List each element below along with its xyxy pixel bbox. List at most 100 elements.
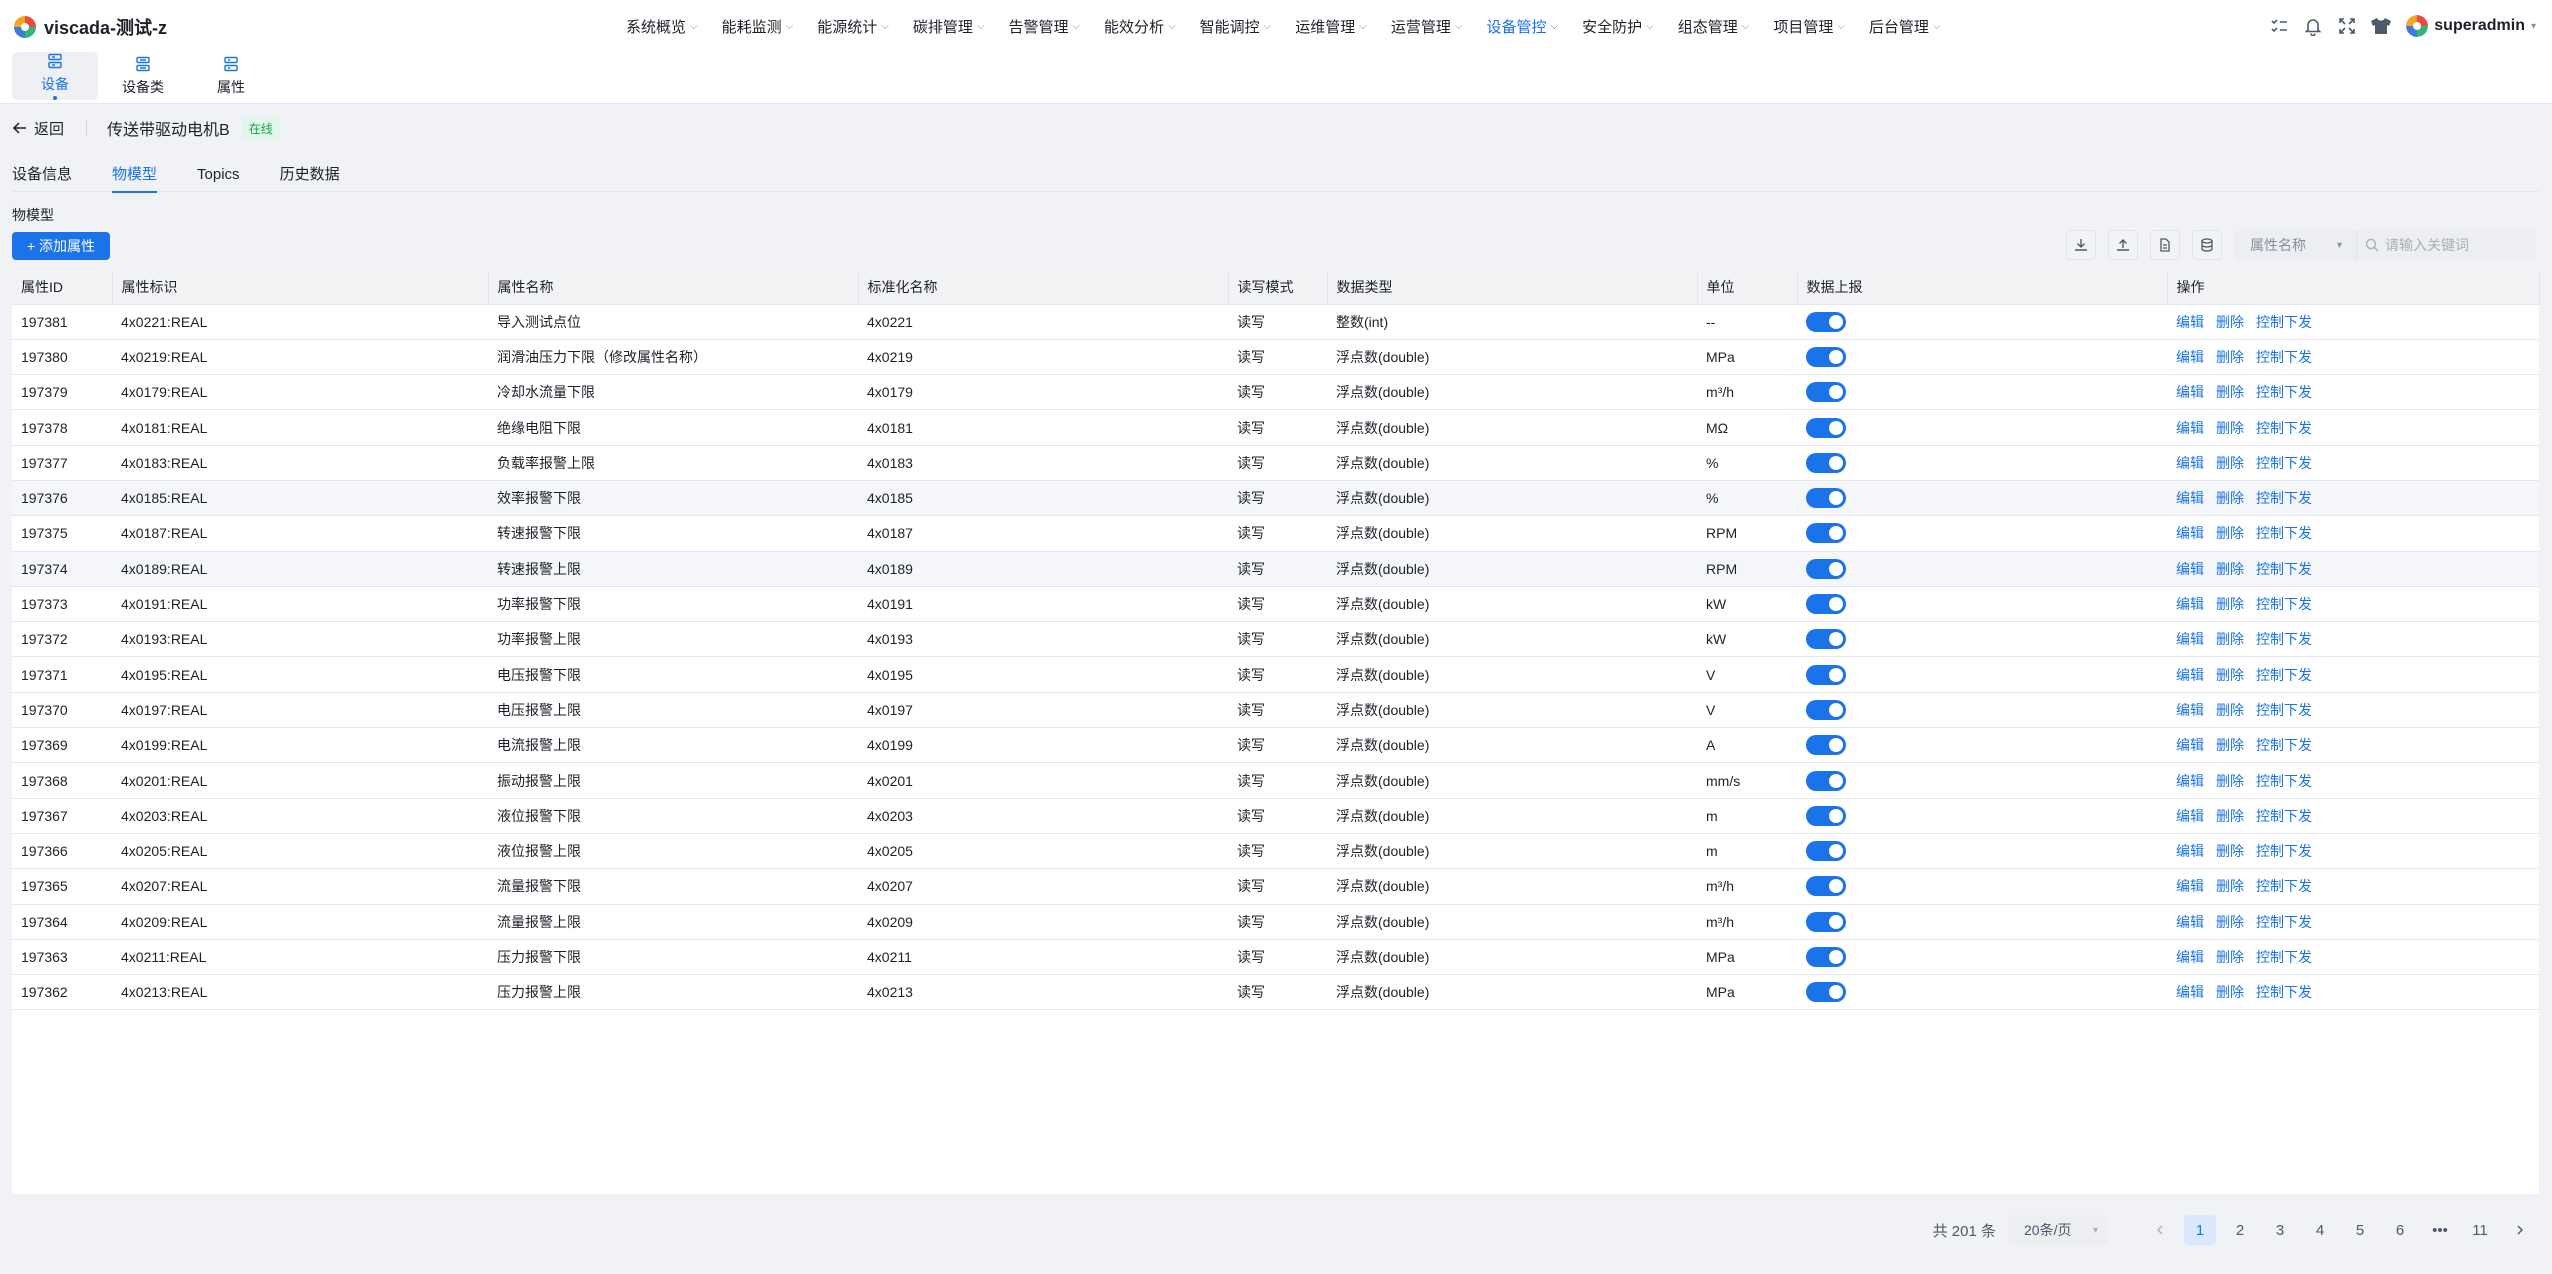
table-settings-button[interactable] bbox=[2192, 230, 2222, 260]
page-number[interactable]: 6 bbox=[2384, 1215, 2416, 1245]
delete-button[interactable]: 删除 bbox=[2216, 737, 2244, 753]
edit-button[interactable]: 编辑 bbox=[2176, 384, 2204, 400]
menu-item-4[interactable]: 告警管理 ⌵ bbox=[1008, 16, 1080, 37]
delete-button[interactable]: 删除 bbox=[2216, 773, 2244, 789]
subnav-item-device[interactable]: 设备 bbox=[12, 52, 98, 100]
edit-button[interactable]: 编辑 bbox=[2176, 702, 2204, 718]
delete-button[interactable]: 删除 bbox=[2216, 984, 2244, 1000]
control-send-button[interactable]: 控制下发 bbox=[2256, 420, 2312, 436]
edit-button[interactable]: 编辑 bbox=[2176, 843, 2204, 859]
report-toggle[interactable] bbox=[1806, 664, 1846, 685]
menu-item-10[interactable]: 安全防护 ⌵ bbox=[1582, 16, 1654, 37]
menu-item-9[interactable]: 设备管控 ⌵ bbox=[1486, 16, 1558, 37]
delete-button[interactable]: 删除 bbox=[2216, 702, 2244, 718]
report-toggle[interactable] bbox=[1806, 488, 1846, 509]
edit-button[interactable]: 编辑 bbox=[2176, 455, 2204, 471]
control-send-button[interactable]: 控制下发 bbox=[2256, 843, 2312, 859]
edit-button[interactable]: 编辑 bbox=[2176, 631, 2204, 647]
control-send-button[interactable]: 控制下发 bbox=[2256, 349, 2312, 365]
menu-item-5[interactable]: 能效分析 ⌵ bbox=[1104, 16, 1176, 37]
page-number[interactable]: 11 bbox=[2464, 1215, 2496, 1245]
tab-0[interactable]: 设备信息 bbox=[12, 162, 72, 192]
report-toggle[interactable] bbox=[1806, 629, 1846, 650]
fullscreen-icon[interactable] bbox=[2336, 15, 2358, 37]
delete-button[interactable]: 删除 bbox=[2216, 561, 2244, 577]
delete-button[interactable]: 删除 bbox=[2216, 596, 2244, 612]
report-toggle[interactable] bbox=[1806, 876, 1846, 897]
subnav-item-device-class[interactable]: 设备类 bbox=[100, 52, 186, 100]
subnav-item-property[interactable]: 属性 bbox=[188, 52, 274, 100]
keyword-search-input[interactable]: 请输入关键词 bbox=[2356, 230, 2536, 260]
report-toggle[interactable] bbox=[1806, 699, 1846, 720]
delete-button[interactable]: 删除 bbox=[2216, 490, 2244, 506]
task-list-icon[interactable] bbox=[2268, 15, 2290, 37]
bell-icon[interactable] bbox=[2302, 15, 2324, 37]
report-toggle[interactable] bbox=[1806, 841, 1846, 862]
page-number[interactable]: 1 bbox=[2184, 1215, 2216, 1245]
next-page-button[interactable] bbox=[2504, 1215, 2536, 1245]
control-send-button[interactable]: 控制下发 bbox=[2256, 455, 2312, 471]
page-number[interactable]: 3 bbox=[2264, 1215, 2296, 1245]
control-send-button[interactable]: 控制下发 bbox=[2256, 949, 2312, 965]
report-toggle[interactable] bbox=[1806, 805, 1846, 826]
page-size-select[interactable]: 20条/页 ▾ bbox=[2008, 1215, 2108, 1245]
add-property-button[interactable]: + 添加属性 bbox=[12, 232, 110, 260]
delete-button[interactable]: 删除 bbox=[2216, 878, 2244, 894]
page-number[interactable]: 4 bbox=[2304, 1215, 2336, 1245]
delete-button[interactable]: 删除 bbox=[2216, 314, 2244, 330]
control-send-button[interactable]: 控制下发 bbox=[2256, 737, 2312, 753]
skin-theme-icon[interactable] bbox=[2370, 15, 2392, 37]
control-send-button[interactable]: 控制下发 bbox=[2256, 702, 2312, 718]
menu-item-11[interactable]: 组态管理 ⌵ bbox=[1678, 16, 1750, 37]
report-toggle[interactable] bbox=[1806, 982, 1846, 1003]
edit-button[interactable]: 编辑 bbox=[2176, 596, 2204, 612]
report-toggle[interactable] bbox=[1806, 735, 1846, 756]
back-button[interactable]: 返回 bbox=[12, 118, 64, 139]
page-number[interactable]: 2 bbox=[2224, 1215, 2256, 1245]
report-toggle[interactable] bbox=[1806, 594, 1846, 615]
edit-button[interactable]: 编辑 bbox=[2176, 773, 2204, 789]
delete-button[interactable]: 删除 bbox=[2216, 525, 2244, 541]
edit-button[interactable]: 编辑 bbox=[2176, 525, 2204, 541]
delete-button[interactable]: 删除 bbox=[2216, 949, 2244, 965]
edit-button[interactable]: 编辑 bbox=[2176, 490, 2204, 506]
control-send-button[interactable]: 控制下发 bbox=[2256, 808, 2312, 824]
report-toggle[interactable] bbox=[1806, 417, 1846, 438]
page-number[interactable]: 5 bbox=[2344, 1215, 2376, 1245]
control-send-button[interactable]: 控制下发 bbox=[2256, 561, 2312, 577]
control-send-button[interactable]: 控制下发 bbox=[2256, 914, 2312, 930]
report-toggle[interactable] bbox=[1806, 382, 1846, 403]
tab-1[interactable]: 物模型 bbox=[112, 162, 158, 193]
report-toggle[interactable] bbox=[1806, 346, 1846, 367]
page-ellipsis[interactable]: ••• bbox=[2424, 1215, 2456, 1245]
edit-button[interactable]: 编辑 bbox=[2176, 949, 2204, 965]
edit-button[interactable]: 编辑 bbox=[2176, 737, 2204, 753]
control-send-button[interactable]: 控制下发 bbox=[2256, 984, 2312, 1000]
control-send-button[interactable]: 控制下发 bbox=[2256, 384, 2312, 400]
menu-item-3[interactable]: 碳排管理 ⌵ bbox=[913, 16, 985, 37]
edit-button[interactable]: 编辑 bbox=[2176, 314, 2204, 330]
menu-item-6[interactable]: 智能调控 ⌵ bbox=[1200, 16, 1272, 37]
edit-button[interactable]: 编辑 bbox=[2176, 914, 2204, 930]
control-send-button[interactable]: 控制下发 bbox=[2256, 596, 2312, 612]
menu-item-2[interactable]: 能源统计 ⌵ bbox=[817, 16, 889, 37]
delete-button[interactable]: 删除 bbox=[2216, 455, 2244, 471]
brand[interactable]: viscada-测试-z bbox=[14, 14, 167, 40]
tab-3[interactable]: 历史数据 bbox=[280, 162, 340, 192]
control-send-button[interactable]: 控制下发 bbox=[2256, 631, 2312, 647]
menu-item-0[interactable]: 系统概览 ⌵ bbox=[626, 16, 698, 37]
control-send-button[interactable]: 控制下发 bbox=[2256, 773, 2312, 789]
edit-button[interactable]: 编辑 bbox=[2176, 420, 2204, 436]
delete-button[interactable]: 删除 bbox=[2216, 808, 2244, 824]
report-toggle[interactable] bbox=[1806, 452, 1846, 473]
delete-button[interactable]: 删除 bbox=[2216, 420, 2244, 436]
menu-item-13[interactable]: 后台管理 ⌵ bbox=[1869, 16, 1941, 37]
report-toggle[interactable] bbox=[1806, 770, 1846, 791]
delete-button[interactable]: 删除 bbox=[2216, 631, 2244, 647]
menu-item-12[interactable]: 项目管理 ⌵ bbox=[1773, 16, 1845, 37]
download-button[interactable] bbox=[2066, 230, 2096, 260]
report-toggle[interactable] bbox=[1806, 911, 1846, 932]
menu-item-1[interactable]: 能耗监测 ⌵ bbox=[722, 16, 794, 37]
report-toggle[interactable] bbox=[1806, 523, 1846, 544]
avatar[interactable] bbox=[2406, 15, 2429, 37]
